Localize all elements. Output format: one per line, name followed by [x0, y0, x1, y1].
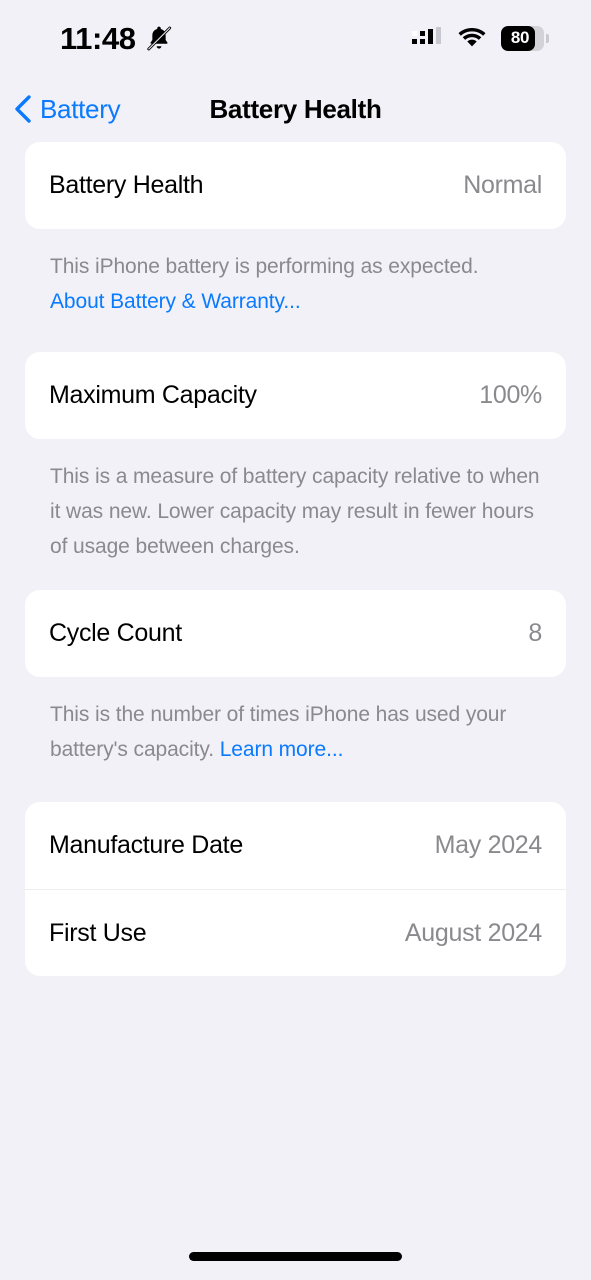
first-use-value: August 2024	[404, 918, 542, 947]
cellular-signal-icon	[411, 26, 443, 50]
cycle-count-row[interactable]: Cycle Count 8	[25, 590, 566, 677]
battery-status-icon: 80	[501, 25, 549, 51]
maximum-capacity-footnote: This is a measure of battery capacity re…	[50, 465, 540, 558]
battery-health-footnote-text: This iPhone battery is performing as exp…	[50, 255, 479, 278]
about-battery-warranty-link[interactable]: About Battery & Warranty...	[50, 284, 541, 319]
wifi-icon	[457, 26, 487, 50]
cycle-count-card: Cycle Count 8	[25, 590, 566, 677]
manufacture-date-row[interactable]: Manufacture Date May 2024	[25, 802, 566, 889]
battery-percent-label: 80	[510, 28, 530, 47]
battery-health-value: Normal	[463, 171, 542, 199]
settings-content: Battery Health Normal This iPhone batter…	[0, 142, 591, 1232]
bell-slash-icon	[145, 24, 173, 52]
battery-health-footnote: This iPhone battery is performing as exp…	[25, 229, 566, 319]
battery-body: 80	[501, 25, 545, 51]
status-bar: 11:48 80	[0, 0, 591, 76]
battery-health-label: Battery Health	[49, 171, 204, 199]
first-use-label: First Use	[49, 918, 147, 947]
battery-dates-card: Manufacture Date May 2024 First Use Augu…	[25, 802, 566, 976]
phone-screen: 11:48 80 Battery Battery Health Battery …	[0, 0, 591, 1280]
cycle-count-value: 8	[528, 619, 542, 647]
maximum-capacity-value: 100%	[479, 381, 542, 409]
maximum-capacity-card: Maximum Capacity 100%	[25, 352, 566, 439]
home-indicator-area	[0, 1232, 591, 1280]
first-use-row[interactable]: First Use August 2024	[25, 889, 566, 976]
learn-more-link[interactable]: Learn more...	[220, 738, 344, 761]
manufacture-date-label: Manufacture Date	[49, 831, 243, 859]
battery-health-card: Battery Health Normal	[25, 142, 566, 229]
manufacture-date-value: May 2024	[434, 831, 543, 859]
navigation-bar: Battery Battery Health	[0, 76, 591, 142]
maximum-capacity-label: Maximum Capacity	[49, 381, 257, 409]
home-indicator[interactable]	[189, 1251, 402, 1261]
cycle-count-footnote: This is the number of times iPhone has u…	[25, 677, 566, 767]
battery-cap	[546, 33, 549, 43]
battery-health-row[interactable]: Battery Health Normal	[25, 142, 566, 229]
maximum-capacity-row[interactable]: Maximum Capacity 100%	[25, 352, 566, 439]
back-button-label: Battery	[40, 93, 121, 124]
status-bar-clock: 11:48	[60, 20, 136, 56]
status-bar-left: 11:48	[60, 23, 173, 54]
chevron-left-icon	[12, 94, 34, 124]
back-button[interactable]: Battery	[0, 93, 121, 125]
status-bar-right: 80	[411, 25, 549, 51]
cycle-count-label: Cycle Count	[49, 619, 182, 647]
